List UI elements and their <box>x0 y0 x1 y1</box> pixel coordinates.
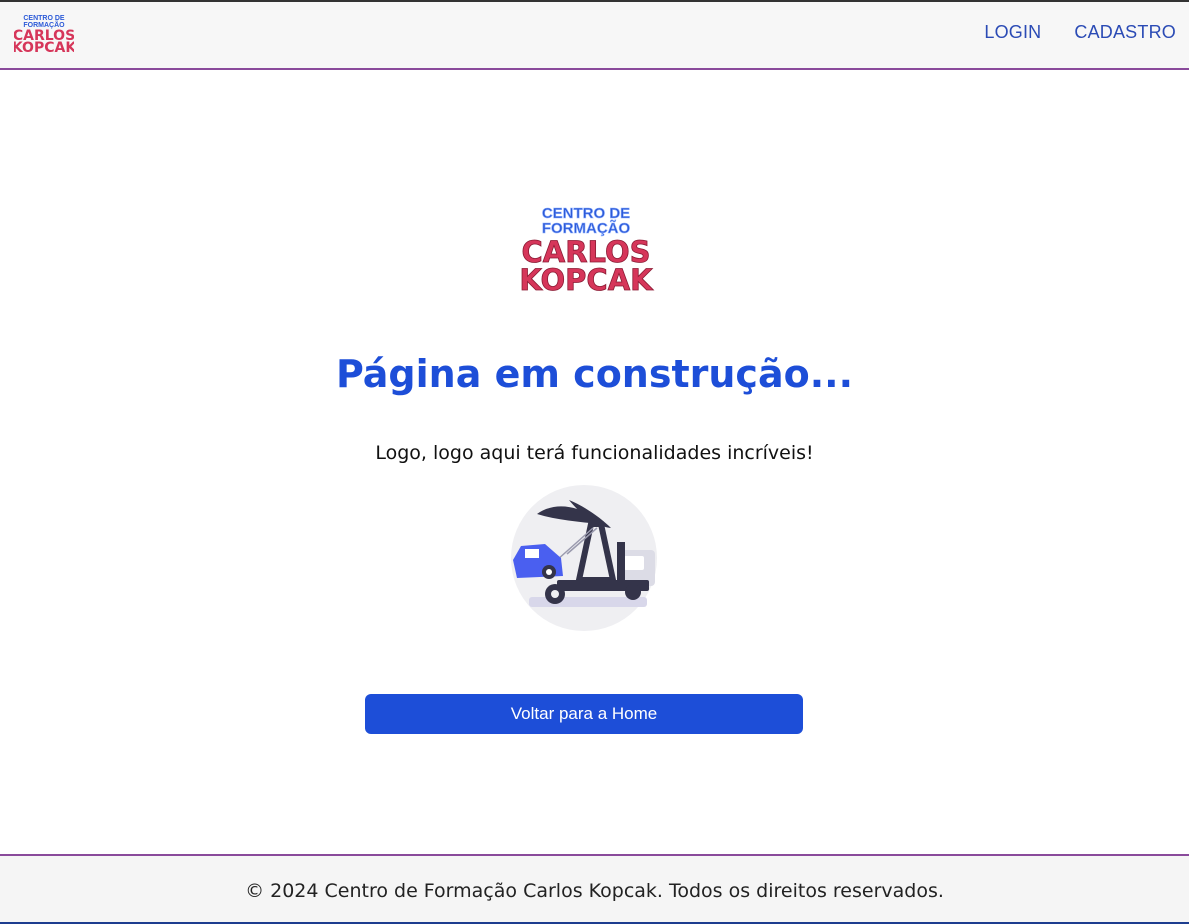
signup-link[interactable]: CADASTRO <box>1074 22 1176 43</box>
footer: © 2024 Centro de Formação Carlos Kopcak.… <box>0 854 1189 924</box>
logo-line1: CENTRO DE <box>23 15 65 22</box>
page-title: Página em construção... <box>335 352 854 396</box>
back-home-button[interactable]: Voltar para a Home <box>365 694 803 734</box>
footer-copyright: © 2024 Centro de Formação Carlos Kopcak.… <box>245 880 944 902</box>
page-subtitle: Logo, logo aqui terá funcionalidades inc… <box>375 442 814 464</box>
login-link[interactable]: LOGIN <box>984 22 1041 43</box>
logo-line4: KOPCAK <box>14 40 74 54</box>
hero-logo: CENTRO DE FORMAÇÃO CARLOS KOPCAK <box>519 205 655 298</box>
tow-truck-illustration-icon <box>511 485 657 631</box>
hero-logo-line4: KOPCAK <box>519 263 654 297</box>
brand-logo[interactable]: CENTRO DE FORMAÇÃO CARLOS KOPCAK <box>14 12 74 54</box>
nav-links: LOGIN CADASTRO <box>984 22 1176 43</box>
navbar: CENTRO DE FORMAÇÃO CARLOS KOPCAK LOGIN C… <box>0 2 1189 70</box>
